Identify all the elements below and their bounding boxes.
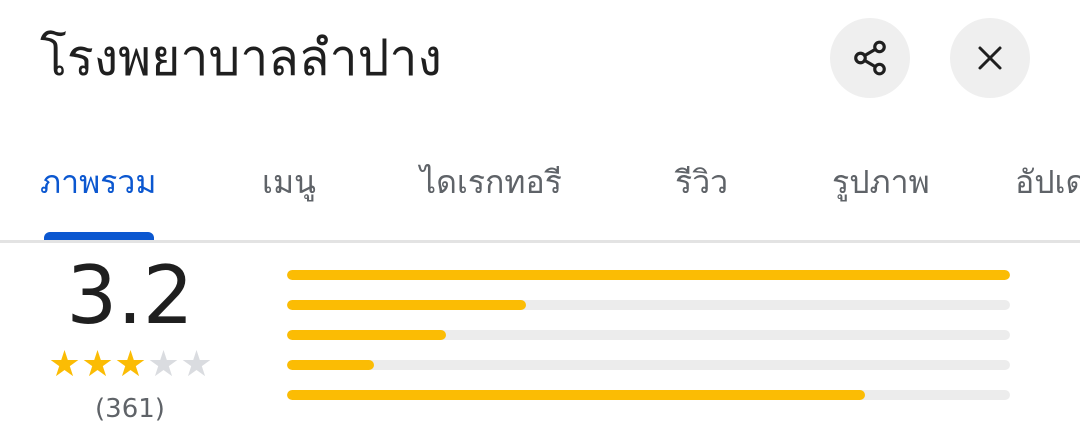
rating-bar-fill: [287, 300, 526, 310]
star-empty-icon: ★: [180, 344, 213, 385]
rating-bar-fill: [287, 390, 866, 400]
rating-bar-1-star: [287, 390, 1010, 400]
rating-value: 3.2: [66, 249, 194, 342]
close-button[interactable]: [950, 18, 1030, 98]
share-icon: [854, 40, 886, 76]
star-filled-icon: ★: [48, 344, 81, 385]
review-count[interactable]: (361): [60, 392, 200, 426]
place-title: โรงพยาบาลลำปาง: [40, 29, 442, 87]
tabs-divider: [0, 240, 1080, 243]
place-sheet: โรงพยาบาลลำปาง ภาพรวม เมนู ไดเรกทอรี รีว…: [0, 0, 1080, 437]
tab-photos[interactable]: รูปภาพ: [832, 160, 930, 204]
rating-bar-2-star: [287, 360, 1010, 370]
rating-bar-fill: [287, 360, 374, 370]
rating-bar-3-star: [287, 330, 1010, 340]
tab-reviews[interactable]: รีวิว: [675, 160, 728, 204]
close-icon: [978, 46, 1002, 70]
rating-bar-4-star: [287, 300, 1010, 310]
rating-bar-fill: [287, 270, 1010, 280]
star-filled-icon: ★: [81, 344, 114, 385]
rating-bar-5-star: [287, 270, 1010, 280]
tab-bar: ภาพรวม เมนู ไดเรกทอรี รีวิว รูปภาพ อัปเด: [0, 140, 1080, 240]
rating-stars: ★ ★ ★ ★ ★: [48, 345, 213, 385]
rating-distribution[interactable]: [287, 270, 1010, 420]
star-filled-icon: ★: [114, 344, 147, 385]
star-empty-icon: ★: [147, 344, 180, 385]
tab-directory[interactable]: ไดเรกทอรี: [420, 160, 562, 204]
rating-bar-fill: [287, 330, 447, 340]
tab-menu[interactable]: เมนู: [262, 160, 316, 204]
share-button[interactable]: [830, 18, 910, 98]
tab-updates[interactable]: อัปเด: [1015, 160, 1080, 204]
tab-overview[interactable]: ภาพรวม: [40, 160, 156, 204]
